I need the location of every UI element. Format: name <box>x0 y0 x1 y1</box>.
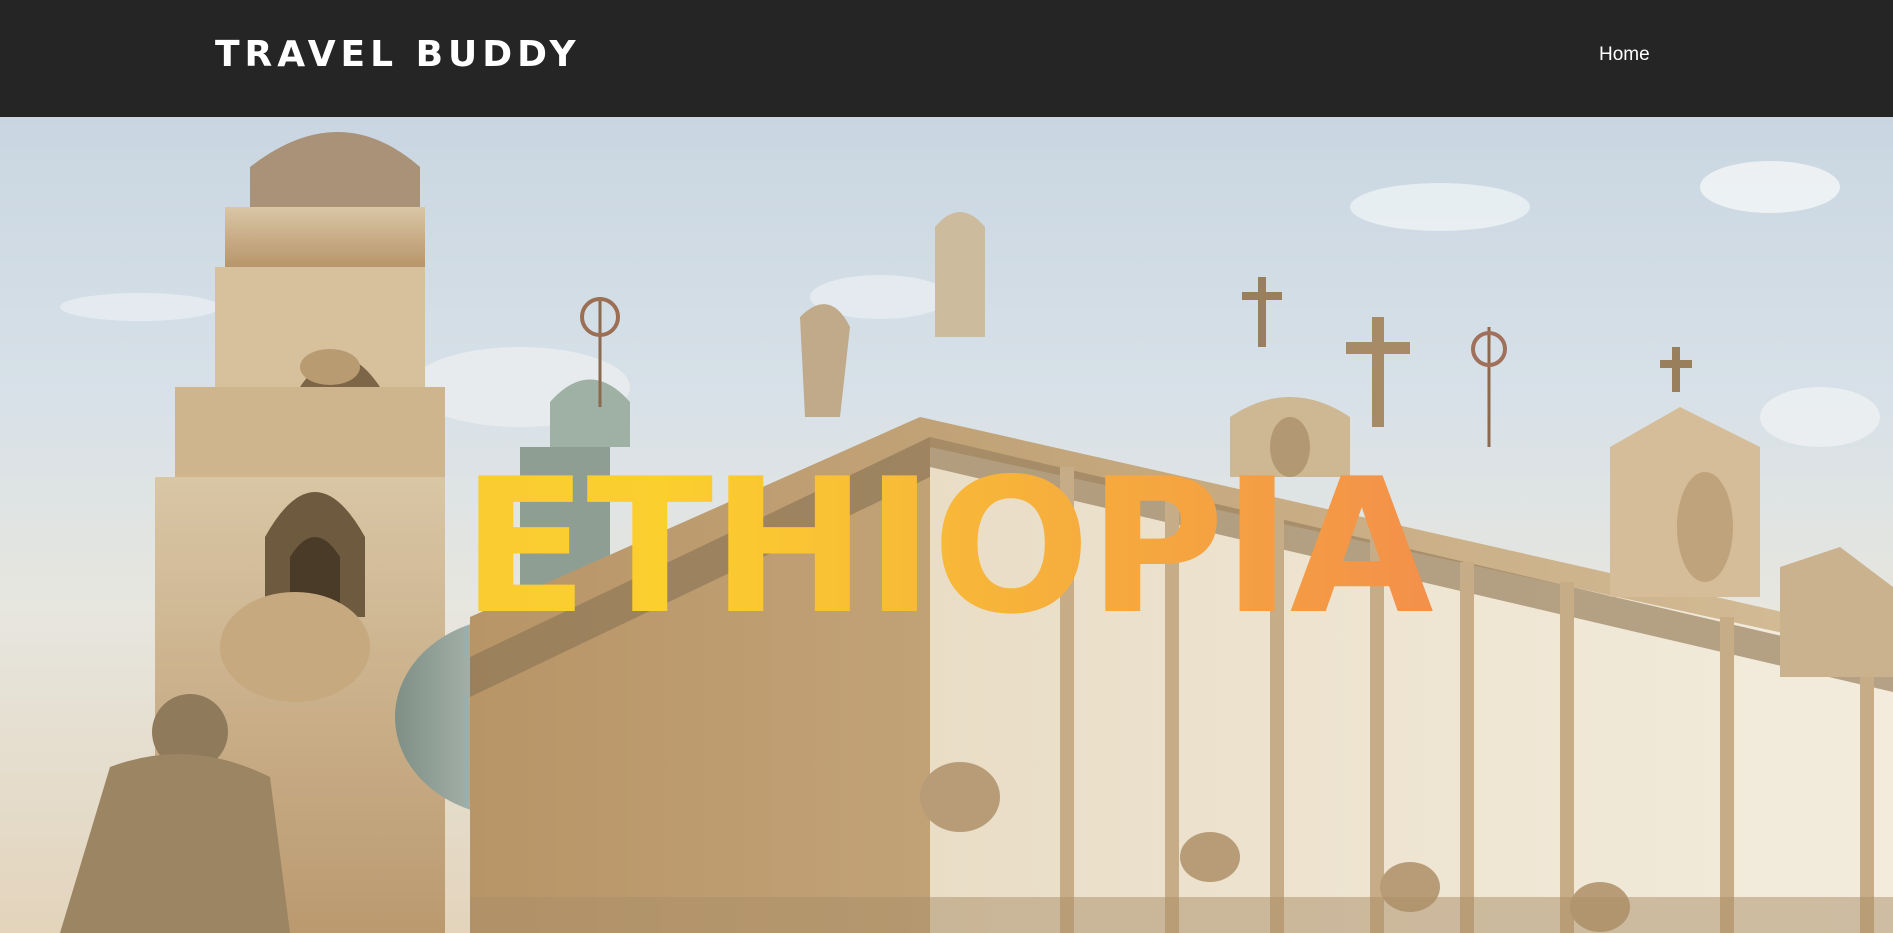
brand-logo-link[interactable]: TRAVEL BUDDY <box>215 34 581 76</box>
hero-title: ETHIOPIA <box>0 454 1893 640</box>
nav-link-home[interactable]: Home <box>1599 44 1650 66</box>
hero-banner: ETHIOPIA <box>0 117 1893 933</box>
top-navbar: TRAVEL BUDDY Home <box>0 0 1893 117</box>
